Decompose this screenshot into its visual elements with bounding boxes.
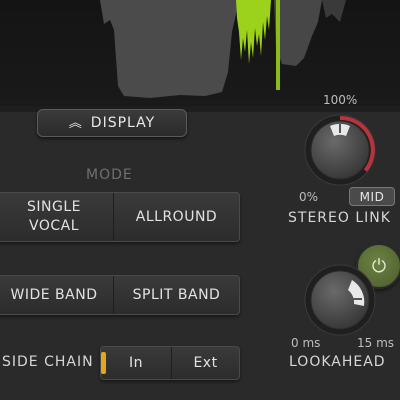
side-chain-active-indicator [101, 352, 106, 374]
side-chain-selector: In Ext [100, 346, 240, 380]
side-chain-ext-button[interactable]: Ext [171, 347, 239, 379]
mode-allround-button[interactable]: ALLROUND [113, 193, 239, 241]
stereo-link-label: STEREO LINK [288, 210, 391, 226]
mid-mode-button[interactable]: MID [349, 187, 395, 206]
display-toggle-button[interactable]: ︽ DISPLAY [37, 109, 187, 137]
lookahead-max-label: 15 ms [357, 336, 395, 350]
stereo-link-max-label: 100% [323, 93, 358, 107]
side-chain-label: SIDE CHAIN [2, 354, 94, 370]
mode-heading: MODE [86, 167, 133, 183]
double-chevron-up-icon: ︽ [68, 115, 82, 131]
wide-band-button[interactable]: WIDE BAND [0, 276, 113, 314]
split-band-button[interactable]: SPLIT BAND [113, 276, 239, 314]
display-button-label: DISPLAY [90, 115, 156, 131]
lookahead-label: LOOKAHEAD [289, 354, 386, 370]
band-selector: WIDE BAND SPLIT BAND [0, 275, 240, 315]
mode-single-vocal-button[interactable]: SINGLE VOCAL [0, 193, 113, 241]
dynamics-plugin-panel: ︽ DISPLAY MODE SINGLE VOCAL ALLROUND WID… [0, 0, 400, 400]
mode-selector: SINGLE VOCAL ALLROUND [0, 192, 240, 242]
lookahead-knob[interactable] [302, 262, 378, 342]
stereo-link-min-label: 0% [299, 190, 319, 204]
side-chain-in-button[interactable]: In [101, 347, 171, 379]
lookahead-min-label: 0 ms [291, 336, 321, 350]
gain-reduction-area [100, 0, 238, 98]
stereo-link-knob[interactable] [302, 112, 378, 192]
